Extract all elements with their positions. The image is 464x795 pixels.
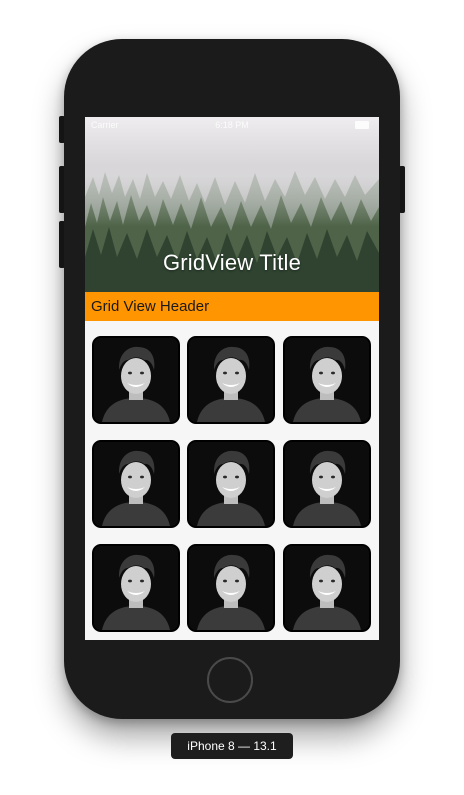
hero-image: Carrier 6:18 PM GridView Title <box>85 117 379 292</box>
grid-item[interactable] <box>92 544 180 632</box>
clock-label: 6:18 PM <box>215 120 249 130</box>
battery-icon <box>355 121 369 129</box>
photo-grid <box>85 321 379 640</box>
page-title: GridView Title <box>162 250 302 275</box>
portrait-image <box>94 442 178 526</box>
portrait-image <box>189 546 273 630</box>
grid-header-label: Grid View Header <box>91 298 210 315</box>
portrait-image <box>94 338 178 422</box>
portrait-image <box>285 442 369 526</box>
portrait-image <box>285 546 369 630</box>
grid-header: Grid View Header <box>85 292 379 321</box>
portrait-image <box>94 546 178 630</box>
grid-item[interactable] <box>283 440 371 528</box>
grid-item[interactable] <box>283 544 371 632</box>
home-button[interactable] <box>207 657 253 703</box>
portrait-image <box>189 442 273 526</box>
portrait-image <box>189 338 273 422</box>
portrait-image <box>285 338 369 422</box>
grid-item[interactable] <box>187 336 275 424</box>
grid-item[interactable] <box>187 440 275 528</box>
app-screen: Carrier 6:18 PM GridView Title Grid View… <box>85 117 379 640</box>
grid-item[interactable] <box>92 336 180 424</box>
device-label: iPhone 8 — 13.1 <box>171 733 293 759</box>
grid-item[interactable] <box>283 336 371 424</box>
grid-item[interactable] <box>92 440 180 528</box>
status-bar: Carrier 6:18 PM <box>85 117 379 133</box>
grid-item[interactable] <box>187 544 275 632</box>
